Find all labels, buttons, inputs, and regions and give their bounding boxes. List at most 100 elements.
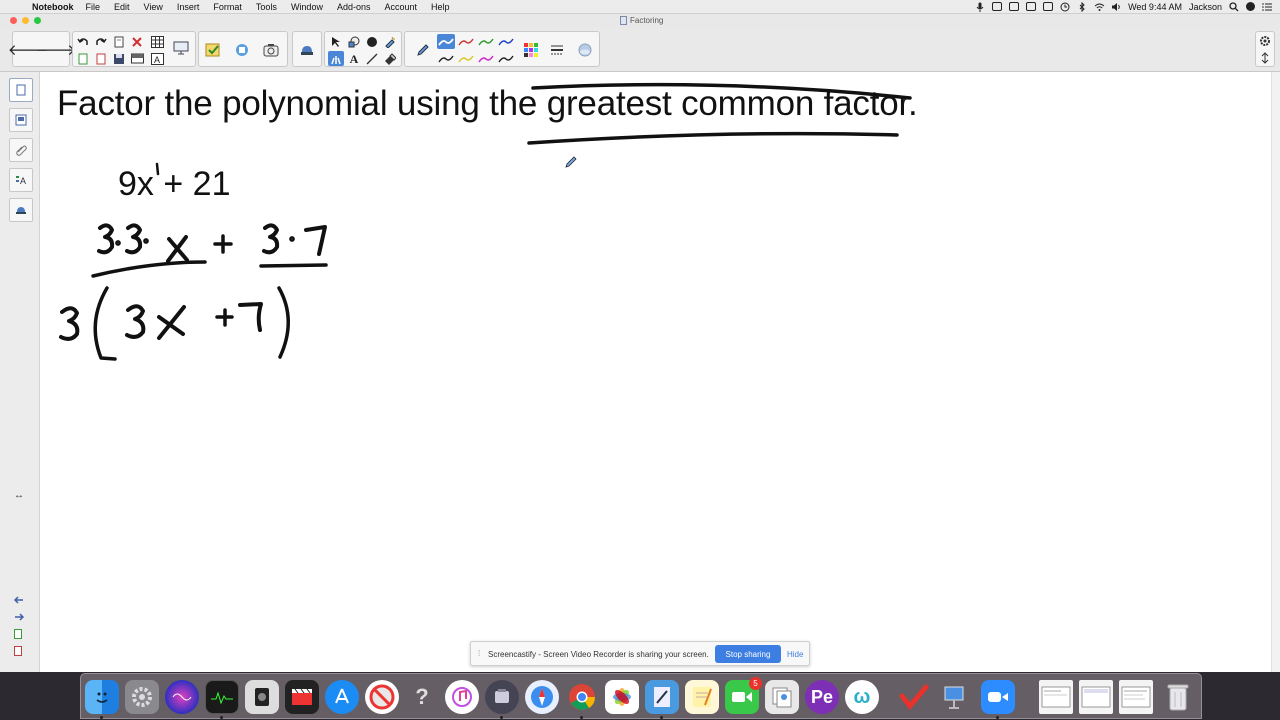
- addons-tab[interactable]: [9, 198, 33, 222]
- customize-toolbar-gear-icon[interactable]: [1257, 33, 1273, 49]
- toolbar-position-icon[interactable]: [1257, 50, 1273, 66]
- vertical-scrollbar[interactable]: [1271, 72, 1280, 672]
- lesson-activity-icon[interactable]: [230, 38, 254, 62]
- pen-style-1[interactable]: [437, 34, 455, 49]
- wifi-icon[interactable]: [1094, 2, 1105, 11]
- select-arrow-icon[interactable]: [328, 34, 344, 49]
- minimize-window-icon[interactable]: [22, 17, 29, 24]
- menu-window[interactable]: Window: [291, 2, 323, 12]
- volume-icon[interactable]: [1111, 2, 1121, 11]
- screen-mirror-icon[interactable]: [1026, 2, 1037, 11]
- gallery-tab[interactable]: [9, 108, 33, 132]
- next-page-button[interactable]: 🡒: [36, 38, 76, 62]
- notebook-page-canvas[interactable]: Factor the polynomial using the greatest…: [41, 72, 1271, 672]
- properties-tab[interactable]: A: [9, 168, 33, 192]
- news-icon[interactable]: [365, 680, 399, 714]
- undo-icon[interactable]: [75, 34, 91, 49]
- bluetooth-icon[interactable]: [1077, 1, 1087, 13]
- insert-page-icon[interactable]: [111, 34, 127, 49]
- menu-file[interactable]: File: [86, 2, 101, 12]
- checkmark-app-icon[interactable]: [897, 680, 931, 714]
- menu-notebook[interactable]: Notebook: [32, 2, 74, 12]
- chrome-icon[interactable]: [565, 680, 599, 714]
- sidebar-previous-page-icon[interactable]: [13, 596, 24, 607]
- handwriting-recognition-icon[interactable]: A: [149, 51, 165, 66]
- time-machine-icon[interactable]: [1060, 2, 1070, 12]
- menu-insert[interactable]: Insert: [177, 2, 200, 12]
- sidebar-next-page-icon[interactable]: [14, 613, 25, 624]
- pen-style-4[interactable]: [497, 34, 515, 49]
- attachments-tab[interactable]: [9, 138, 33, 162]
- w-app-icon[interactable]: ω: [845, 680, 879, 714]
- screen-capture-icon[interactable]: [259, 38, 283, 62]
- page-sorter-tab[interactable]: [9, 78, 33, 102]
- shapes-icon[interactable]: [346, 34, 362, 49]
- drag-handle-icon[interactable]: ⁞: [478, 649, 480, 658]
- activity-monitor-icon[interactable]: [205, 680, 239, 714]
- pen-style-2[interactable]: [457, 34, 475, 49]
- safari-icon[interactable]: [525, 680, 559, 714]
- menu-view[interactable]: View: [144, 2, 163, 12]
- menubar-user[interactable]: Jackson: [1189, 2, 1222, 12]
- menu-format[interactable]: Format: [213, 2, 242, 12]
- fill-effects-icon[interactable]: [573, 38, 597, 62]
- final-cut-icon[interactable]: [285, 680, 319, 714]
- display-screen-icon[interactable]: [169, 36, 193, 60]
- pen-style-7[interactable]: [477, 51, 495, 66]
- document-thumbnail-1[interactable]: [1039, 680, 1073, 714]
- spotlight-search-icon[interactable]: [1229, 2, 1239, 12]
- new-page-icon[interactable]: [75, 51, 91, 66]
- notebook-document-icon[interactable]: [645, 680, 679, 714]
- pen-icon[interactable]: [411, 38, 435, 62]
- menu-tools[interactable]: Tools: [256, 2, 277, 12]
- display-icon[interactable]: [1043, 2, 1054, 11]
- menu-edit[interactable]: Edit: [114, 2, 130, 12]
- siri-icon[interactable]: [1246, 2, 1255, 11]
- delete-icon[interactable]: [129, 34, 145, 49]
- sidebar-add-page-icon[interactable]: [14, 629, 22, 642]
- photos-icon[interactable]: [605, 680, 639, 714]
- hide-sharing-link[interactable]: Hide: [787, 650, 803, 659]
- sidebar-delete-page-icon[interactable]: [14, 646, 22, 659]
- pen-style-6[interactable]: [457, 51, 475, 66]
- pen-style-8[interactable]: [497, 51, 515, 66]
- zoom-window-icon[interactable]: [34, 17, 41, 24]
- notification-center-icon[interactable]: [1262, 2, 1272, 11]
- notebook-app-icon[interactable]: [485, 680, 519, 714]
- app-store-icon[interactable]: [325, 680, 359, 714]
- fill-icon[interactable]: [364, 34, 380, 49]
- microphone-icon[interactable]: [975, 2, 985, 12]
- stop-sharing-button[interactable]: Stop sharing: [715, 645, 781, 663]
- eraser-icon[interactable]: [382, 51, 398, 66]
- menu-account[interactable]: Account: [384, 2, 417, 12]
- save-icon[interactable]: [111, 51, 127, 66]
- itunes-icon[interactable]: [445, 680, 479, 714]
- menu-help[interactable]: Help: [431, 2, 450, 12]
- finder-icon[interactable]: [85, 680, 119, 714]
- screen-shade-icon[interactable]: [129, 51, 145, 66]
- notes-icon[interactable]: [685, 680, 719, 714]
- magic-pen-icon[interactable]: [382, 34, 398, 49]
- pen-style-5[interactable]: [437, 51, 455, 66]
- line-tool-icon[interactable]: [364, 51, 380, 66]
- open-file-icon[interactable]: [93, 51, 109, 66]
- activity-builder-icon[interactable]: [295, 38, 319, 62]
- pens-tool-icon[interactable]: [328, 51, 344, 66]
- keynote-icon[interactable]: [937, 680, 971, 714]
- color-palette-icon[interactable]: [519, 38, 543, 62]
- document-thumbnail-2[interactable]: [1079, 680, 1113, 714]
- pen-style-3[interactable]: [477, 34, 495, 49]
- menubar-clock[interactable]: Wed 9:44 AM: [1128, 2, 1182, 12]
- response-assessment-icon[interactable]: [201, 38, 225, 62]
- zoom-icon[interactable]: [981, 680, 1015, 714]
- preview-icon[interactable]: [765, 680, 799, 714]
- camera-icon[interactable]: [1009, 2, 1020, 11]
- siri-icon[interactable]: [165, 680, 199, 714]
- line-style-icon[interactable]: [545, 38, 569, 62]
- redo-icon[interactable]: [93, 34, 109, 49]
- close-window-icon[interactable]: [10, 17, 17, 24]
- pe-app-icon[interactable]: Pe: [805, 680, 839, 714]
- sidebar-expand-icon[interactable]: ↔: [14, 490, 24, 501]
- screenshot-icon[interactable]: [245, 680, 279, 714]
- system-preferences-icon[interactable]: [125, 680, 159, 714]
